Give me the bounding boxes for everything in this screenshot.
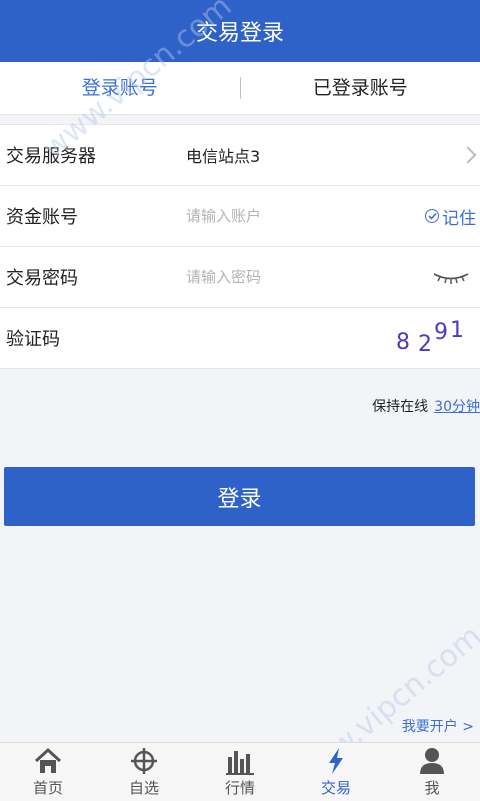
login-form: 交易服务器 电信站点3 资金账号 记住 交易密码 验证码 [0, 124, 480, 369]
captcha-label: 验证码 [6, 325, 60, 351]
captcha-row: 验证码 8 2 9 1 [0, 308, 480, 369]
tab-me-label: 我 [424, 777, 439, 798]
tab-watchlist-label: 自选 [129, 777, 159, 798]
chevron-right-icon [460, 147, 477, 164]
captcha-digit: 2 [418, 332, 432, 357]
keep-online-label: 保持在线 [372, 399, 428, 415]
app-header: 交易登录 [0, 0, 480, 62]
remember-label: 记住 [442, 204, 476, 229]
page-title: 交易登录 [196, 15, 284, 47]
password-label: 交易密码 [6, 264, 78, 290]
eye-closed-icon[interactable] [432, 270, 470, 284]
login-button[interactable]: 登录 [4, 467, 475, 526]
tab-me[interactable]: 我 [384, 743, 480, 801]
server-value: 电信站点3 [186, 143, 260, 167]
remember-toggle[interactable]: 记住 [425, 204, 476, 229]
password-row: 交易密码 [0, 247, 480, 308]
open-account-link[interactable]: 我要开户 > [402, 716, 474, 736]
person-icon [416, 747, 448, 775]
lightning-icon [320, 747, 352, 775]
server-row[interactable]: 交易服务器 电信站点3 [0, 125, 480, 186]
tab-watchlist[interactable]: 自选 [96, 743, 192, 801]
login-tabs: 登录账号 已登录账号 [0, 62, 480, 115]
tab-market[interactable]: 行情 [192, 743, 288, 801]
password-input[interactable] [186, 262, 386, 292]
captcha-digit: 1 [450, 318, 464, 343]
tab-market-label: 行情 [225, 777, 255, 798]
crosshair-icon [128, 747, 160, 775]
account-row: 资金账号 记住 [0, 186, 480, 247]
server-label: 交易服务器 [6, 142, 96, 168]
bar-chart-icon [224, 747, 256, 775]
keep-online-duration[interactable]: 30分钟 [434, 399, 480, 415]
tab-login-account[interactable]: 登录账号 [0, 62, 240, 114]
account-label: 资金账号 [6, 203, 78, 229]
tab-trade[interactable]: 交易 [288, 743, 384, 801]
captcha-digit: 8 [396, 330, 410, 355]
check-circle-icon [425, 209, 439, 223]
captcha-image[interactable]: 8 2 9 1 [396, 312, 462, 362]
keep-online: 保持在线 30分钟 [372, 396, 480, 416]
bottom-tab-bar: 首页 自选 行情 交易 我 [0, 742, 480, 801]
home-icon [32, 747, 64, 775]
tab-logged-in-accounts[interactable]: 已登录账号 [241, 62, 480, 114]
captcha-digit: 9 [434, 320, 448, 345]
account-input[interactable] [186, 201, 386, 231]
tab-home[interactable]: 首页 [0, 743, 96, 801]
tab-trade-label: 交易 [321, 777, 351, 798]
tab-home-label: 首页 [33, 777, 63, 798]
